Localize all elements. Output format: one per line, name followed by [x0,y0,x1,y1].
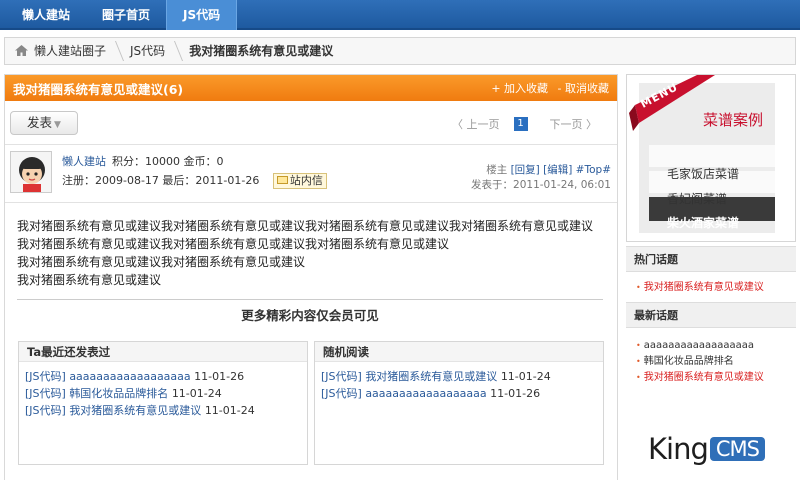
recent-posts-box: Ta最近还发表过 [JS代码] aaaaaaaaaaaaaaaaaa 11-01… [18,341,308,465]
new-topics-list: aaaaaaaaaaaaaaaaaa 韩国化妆品品牌排名 我对猪圈系统有意见或建… [626,328,796,392]
post-line: 我对猪圈系统有意见或建议我对猪圈系统有意见或建议我对猪圈系统有意见或建议 [17,237,450,251]
hot-topics-title: 热门话题 [626,246,796,272]
menu-item: 柴火酒家菜谱 [667,216,740,230]
mail-icon [276,176,288,184]
menu-item: 香妃阁菜谱 [667,192,728,206]
menu-title: 菜谱案例 [703,111,764,129]
thread-toolbar: 发表 ▼ 〈 上一页 1 下一页 〉 [5,101,617,145]
category-link[interactable]: [JS代码] [25,387,66,400]
list-item: [JS代码] 我对猪圈系统有意见或建议 11-01-24 [25,404,255,417]
post-line: 我对猪圈系统有意见或建议 [17,273,162,287]
recent-posts-title: Ta最近还发表过 [19,342,307,362]
random-reading-box: 随机阅读 [JS代码] 我对猪圈系统有意见或建议 11-01-24 [JS代码]… [314,341,604,465]
category-link[interactable]: [JS代码] [25,370,66,383]
post-link[interactable]: aaaaaaaaaaaaaaaaaa [365,387,486,400]
category-link[interactable]: [JS代码] [321,370,362,383]
post-link[interactable]: 我对猪圈系统有意见或建议 [365,370,497,383]
caret-down-icon: ▼ [54,120,61,130]
top-navigation: 懒人建站 圈子首页 JS代码 [0,0,800,30]
members-only-notice: 更多精彩内容仅会员可见 [17,299,603,324]
author-info: 懒人建站 积分：10000 金币：0 注册：2009-08-17 最后：2011-… [62,152,327,190]
author-row: 懒人建站 积分：10000 金币：0 注册：2009-08-17 最后：2011-… [5,145,617,203]
author-name[interactable]: 懒人建站 [62,155,106,168]
prev-page-link[interactable]: 〈 上一页 [452,116,500,132]
menu-item: 毛家饭店菜谱 [667,167,740,181]
post-time: 发表于：2011-01-24, 06:01 [471,179,611,191]
new-topics-title: 最新话题 [626,302,796,328]
avatar[interactable] [10,151,52,193]
category-link[interactable]: [JS代码] [321,387,362,400]
post-link[interactable]: 韩国化妆品品牌排名 [69,387,168,400]
nav-tab-home[interactable]: 懒人建站 [6,0,86,30]
post-button[interactable]: 发表 ▼ [10,111,78,135]
post-line: 我对猪圈系统有意见或建议我对猪圈系统有意见或建议我对猪圈系统有意见或建议我对猪圈… [17,219,594,233]
next-page-link[interactable]: 下一页 〉 [550,116,598,132]
post-link[interactable]: 我对猪圈系统有意见或建议 [69,404,201,417]
list-item: [JS代码] aaaaaaaaaaaaaaaaaa 11-01-26 [321,387,541,400]
thread-title-bar: 我对猪圈系统有意见或建议(6) + 加入收藏 - 取消收藏 [5,75,617,101]
kingcms-logo: King CMS [648,432,765,466]
list-item: [JS代码] 韩国化妆品品牌排名 11-01-24 [25,387,222,400]
post-line: 我对猪圈系统有意见或建议我对猪圈系统有意见或建议 [17,255,306,269]
post-link[interactable]: aaaaaaaaaaaaaaaaaa [69,370,190,383]
pager: 〈 上一页 1 下一页 〉 [452,116,597,132]
private-message-button[interactable]: 站内信 [272,173,327,189]
current-page[interactable]: 1 [513,117,528,131]
category-link[interactable]: [JS代码] [25,404,66,417]
hot-topics-list: 我对猪圈系统有意见或建议 [626,272,796,302]
nav-tab-circle-home[interactable]: 圈子首页 [86,0,166,30]
menu-banner[interactable]: MENU 菜谱案例 毛家饭店菜谱 香妃阁菜谱 柴火酒家菜谱 [626,74,796,242]
post-body: 我对猪圈系统有意见或建议我对猪圈系统有意见或建议我对猪圈系统有意见或建议我对猪圈… [5,203,617,289]
avatar-image [11,152,51,192]
edit-link[interactable]: [编辑] [543,164,572,176]
author-meta: 注册：2009-08-17 最后：2011-01-26 [62,174,260,187]
list-item[interactable]: 我对猪圈系统有意见或建议 [636,280,796,296]
breadcrumb: 懒人建站圈子 JS代码 我对猪圈系统有意见或建议 [4,37,796,65]
reply-link[interactable]: [回复] [511,164,540,176]
thread-title: 我对猪圈系统有意见或建议(6) [13,81,184,97]
breadcrumb-current: 我对猪圈系统有意见或建议 [189,44,334,58]
home-icon [15,45,28,56]
post-tools: 楼主 [回复] [编辑] #Top# 发表于：2011-01-24, 06:01 [471,163,611,193]
nav-tab-js-code[interactable]: JS代码 [166,0,238,30]
breadcrumb-item-js-code[interactable]: JS代码 [120,38,179,64]
list-item: [JS代码] aaaaaaaaaaaaaaaaaa 11-01-26 [25,370,245,383]
random-reading-title: 随机阅读 [315,342,603,362]
list-item[interactable]: 韩国化妆品品牌排名 [636,354,796,370]
floor-label: 楼主 [486,164,508,176]
add-favorite-link[interactable]: + 加入收藏 [491,82,548,95]
remove-favorite-link[interactable]: - 取消收藏 [558,82,609,95]
list-item: [JS代码] 我对猪圈系统有意见或建议 11-01-24 [321,370,551,383]
list-item[interactable]: 我对猪圈系统有意见或建议 [636,370,796,386]
top-link[interactable]: #Top# [576,164,611,176]
breadcrumb-item-circle[interactable]: 懒人建站圈子 [5,38,120,64]
sidebar: MENU 菜谱案例 毛家饭店菜谱 香妃阁菜谱 柴火酒家菜谱 热门话题 我对猪圈系… [626,74,796,480]
list-item[interactable]: aaaaaaaaaaaaaaaaaa [636,338,796,354]
author-stats: 积分：10000 金币：0 [112,155,224,168]
